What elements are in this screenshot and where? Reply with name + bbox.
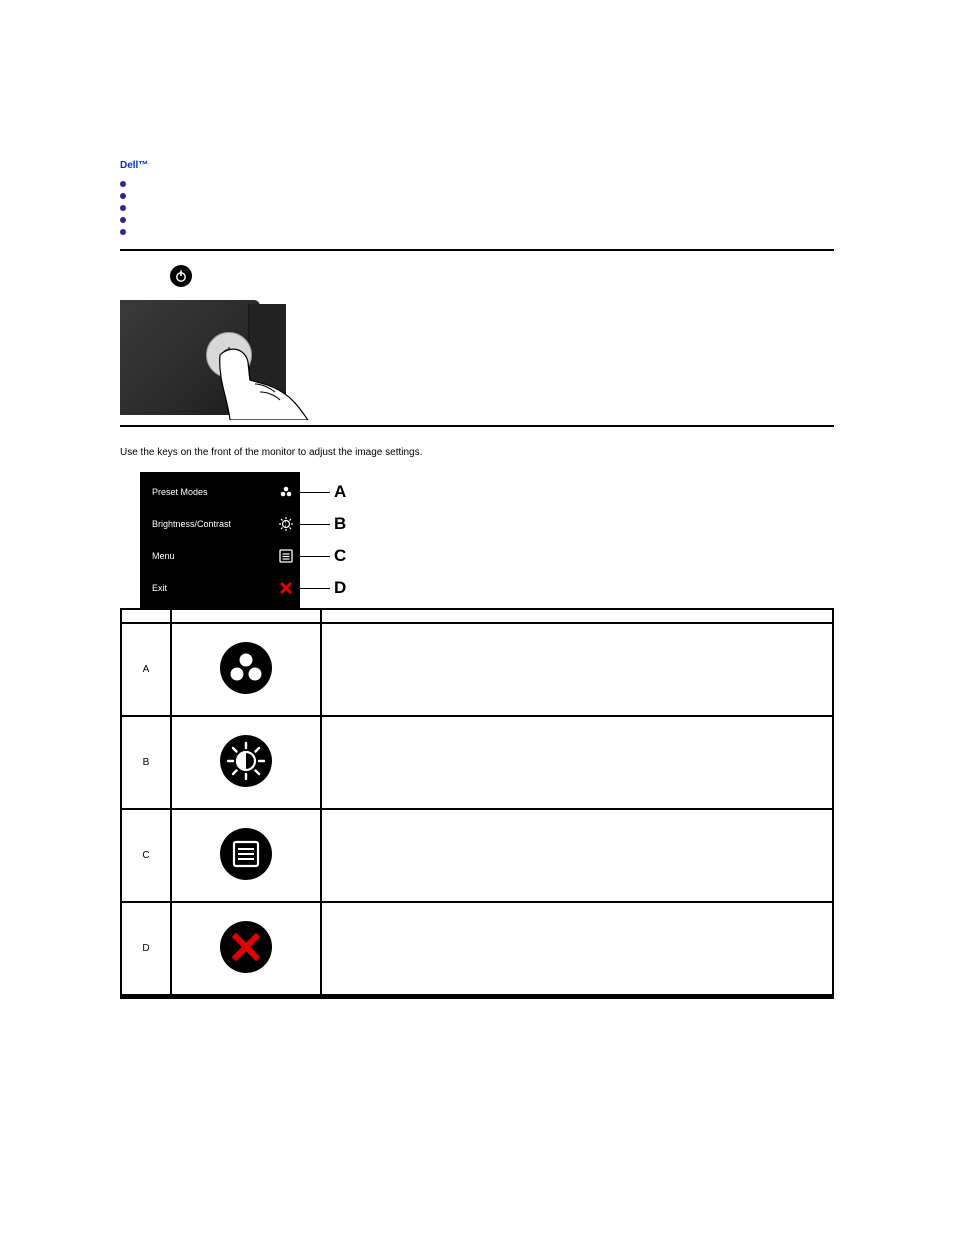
table-cell-icon [171, 809, 321, 902]
brightness-icon [220, 735, 272, 787]
osd-label: Menu [152, 551, 175, 561]
table-cell-icon [171, 716, 321, 809]
table-cell-desc [321, 716, 833, 809]
power-figure [120, 265, 834, 415]
table-row: B [121, 716, 833, 809]
osd-letter-d: D [334, 578, 346, 598]
osd-row-brightness: Brightness/Contrast B [140, 508, 300, 540]
osd-row-exit: Exit D [140, 572, 300, 604]
osd-letter-b: B [334, 514, 346, 534]
bullet-icon [120, 193, 126, 199]
table-header-desc [321, 609, 833, 623]
preset-modes-icon [278, 484, 294, 500]
table-row: D [121, 902, 833, 995]
bullet-icon [120, 217, 126, 223]
divider [120, 249, 834, 251]
table-header-icon [171, 609, 321, 623]
menu-icon [278, 548, 294, 564]
table-row: C [121, 809, 833, 902]
osd-letter-c: C [334, 546, 346, 566]
table-cell-desc [321, 902, 833, 995]
monitor-illustration [120, 300, 290, 415]
finger-illustration [200, 340, 310, 420]
table-header-letter [121, 609, 171, 623]
table-cell-icon [171, 623, 321, 716]
osd-letter-a: A [334, 482, 346, 502]
table-cell-letter: A [121, 623, 171, 716]
osd-label: Preset Modes [152, 487, 208, 497]
table-cell-icon [171, 902, 321, 995]
table-cell-letter: D [121, 902, 171, 995]
bullet-icon [120, 181, 126, 187]
osd-panel: Preset Modes A Brightness/Contrast [140, 472, 300, 608]
osd-label: Brightness/Contrast [152, 519, 231, 529]
front-panel-text: Use the keys on the front of the monitor… [120, 447, 834, 458]
table-of-contents [120, 181, 834, 235]
brand-label: Dell™ [120, 160, 148, 171]
front-panel-key-table: A B [120, 608, 834, 996]
divider [120, 425, 834, 427]
exit-icon [278, 580, 294, 596]
divider [120, 996, 834, 999]
table-cell-desc [321, 809, 833, 902]
table-cell-desc [321, 623, 833, 716]
preset-modes-icon [220, 642, 272, 694]
bullet-icon [120, 229, 126, 235]
table-row: A [121, 623, 833, 716]
bullet-icon [120, 205, 126, 211]
osd-row-menu: Menu C [140, 540, 300, 572]
table-cell-letter: B [121, 716, 171, 809]
osd-row-preset-modes: Preset Modes A [140, 476, 300, 508]
power-icon [170, 265, 192, 287]
table-cell-letter: C [121, 809, 171, 902]
exit-icon [220, 921, 272, 973]
menu-icon [220, 828, 272, 880]
brightness-icon [278, 516, 294, 532]
osd-label: Exit [152, 583, 167, 593]
